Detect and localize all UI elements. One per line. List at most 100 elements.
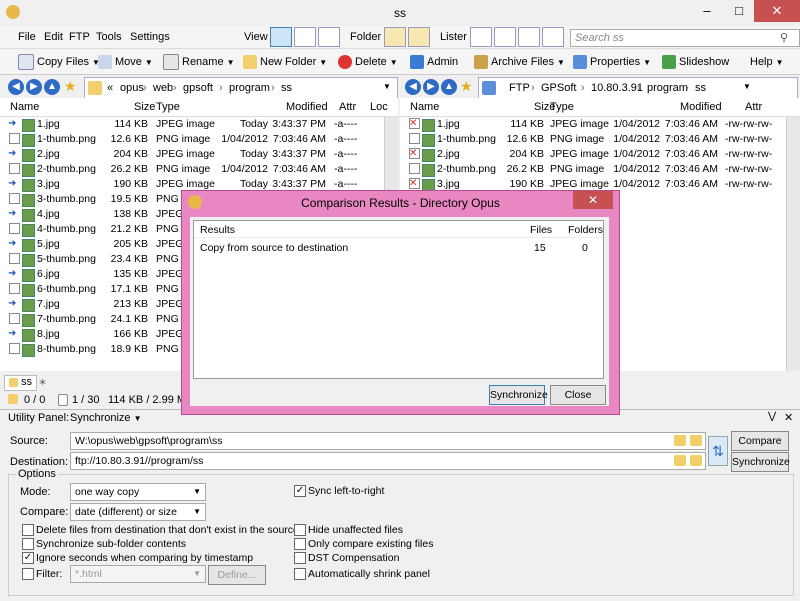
col-modified[interactable]: Modified [680, 101, 722, 113]
auto-shrink-checkbox[interactable] [294, 568, 306, 580]
copy-files-button[interactable]: Copy Files ▼ [18, 53, 100, 71]
table-row[interactable]: ✕ 1.jpg 114 KB JPEG image 1/04/2012 7:03:46 A… [400, 117, 786, 132]
table-row[interactable]: ➜ 2.jpg 204 KB JPEG image Today 3:43:37 PM -a-… [0, 147, 384, 162]
row-checkbox[interactable] [9, 193, 20, 204]
lister-single-icon[interactable] [470, 27, 492, 47]
folder-browse-icon[interactable] [674, 455, 686, 466]
menu-edit[interactable]: Edit [44, 31, 63, 43]
minimize-button[interactable]: – [692, 0, 722, 22]
new-folder-button[interactable]: New Folder ▼ [243, 53, 327, 71]
table-row[interactable]: 2-thumb.png 26.2 KB PNG image 1/04/2012 7:03… [400, 162, 786, 177]
col-loc[interactable]: Loc [370, 101, 388, 113]
define-button[interactable]: Define... [208, 565, 266, 585]
close-panel-icon[interactable]: ✕ [784, 411, 793, 424]
path-crumb[interactable]: 10.80.3.91 [591, 82, 643, 94]
left-path-bar[interactable]: « opus web gpsoft program ss › › › › ▼ [84, 77, 398, 99]
col-type[interactable]: Type [550, 101, 574, 113]
row-checkbox[interactable] [9, 283, 20, 294]
ignore-seconds-checkbox[interactable]: ✓ [22, 552, 34, 564]
path-crumb[interactable]: ss [695, 82, 706, 94]
only-existing-checkbox[interactable] [294, 538, 306, 550]
delete-files-checkbox[interactable] [22, 524, 34, 536]
menu-ftp[interactable]: FTP [69, 31, 90, 43]
path-crumb[interactable]: GPSoft [541, 82, 576, 94]
dialog-close-text-button[interactable]: Close [550, 385, 606, 405]
hide-unaffected-checkbox[interactable] [294, 524, 306, 536]
path-crumb[interactable]: FTP [509, 82, 530, 94]
folder-browse-icon[interactable] [674, 435, 686, 446]
col-attr[interactable]: Attr [745, 101, 762, 113]
table-row[interactable]: 1-thumb.png 12.6 KB PNG image 1/04/2012 7:03… [400, 132, 786, 147]
favorite-star-icon[interactable]: ★ [64, 78, 77, 95]
col-size[interactable]: Size [134, 101, 155, 113]
move-button[interactable]: Move ▼ [98, 53, 153, 71]
up-icon[interactable]: ▲ [441, 79, 457, 95]
folder-browse-icon[interactable] [690, 435, 702, 446]
table-row[interactable]: ✕ 2.jpg 204 KB JPEG image 1/04/2012 7:03:46 A… [400, 147, 786, 162]
search-icon[interactable]: ⚲ [780, 31, 788, 44]
rename-button[interactable]: Rename ▼ [163, 53, 235, 71]
up-icon[interactable]: ▲ [44, 79, 60, 95]
menu-settings[interactable]: Settings [130, 31, 170, 43]
path-crumb[interactable]: opus [120, 82, 144, 94]
path-crumb[interactable]: program [647, 82, 688, 94]
properties-button[interactable]: Properties ▼ [573, 53, 651, 71]
maximize-button[interactable]: □ [724, 0, 754, 22]
filter-select[interactable]: *.html ▼ [70, 565, 206, 583]
path-crumb[interactable]: ss [281, 82, 292, 94]
path-crumb[interactable]: gpsoft [183, 82, 213, 94]
folder-dual-icon[interactable] [408, 27, 430, 47]
dst-compensation-checkbox[interactable] [294, 552, 306, 564]
results-row[interactable]: Copy from source to destination 15 0 [194, 239, 603, 255]
sync-subfolders-checkbox[interactable] [22, 538, 34, 550]
compare-select[interactable]: date (different) or size ▼ [70, 503, 206, 521]
sync-left-to-right-checkbox[interactable]: ✓ [294, 485, 306, 497]
search-input[interactable]: Search ss [570, 29, 800, 47]
folder-tree-icon[interactable] [384, 27, 406, 47]
right-scrollbar[interactable] [786, 117, 800, 371]
dialog-synchronize-button[interactable]: Synchronize [489, 385, 548, 405]
destination-field[interactable]: ftp://10.80.3.91//program/ss [70, 452, 706, 470]
row-checkbox[interactable] [9, 253, 20, 264]
table-row[interactable]: 2-thumb.png 26.2 KB PNG image 1/04/2012 7:03… [0, 162, 384, 177]
right-path-bar[interactable]: FTP GPSoft 10.80.3.91 program ss › › › ›… [478, 77, 798, 99]
lister-dual-icon[interactable] [494, 27, 516, 47]
col-type[interactable]: Type [156, 101, 180, 113]
row-checkbox[interactable] [9, 163, 20, 174]
mode-select[interactable]: one way copy ▼ [70, 483, 206, 501]
forward-icon[interactable]: ▶ [26, 79, 42, 95]
row-checkbox[interactable] [409, 133, 420, 144]
swap-icon[interactable]: ⇅ [708, 436, 728, 466]
view-list-icon[interactable] [294, 27, 316, 47]
archive-files-button[interactable]: Archive Files ▼ [474, 53, 565, 71]
view-details-icon[interactable] [270, 27, 292, 47]
lister-viewer-icon[interactable] [518, 27, 540, 47]
col-folders[interactable]: Folders [568, 224, 603, 236]
admin-button[interactable]: Admin [410, 53, 458, 71]
menu-file[interactable]: File [18, 31, 36, 43]
tab-ss[interactable]: ss [4, 375, 37, 391]
col-results[interactable]: Results [200, 224, 235, 236]
folder-browse-icon[interactable] [690, 455, 702, 466]
add-tab-icon[interactable]: ✶ [38, 376, 47, 389]
delete-button[interactable]: Delete ▼ [338, 53, 398, 71]
row-checkbox[interactable] [9, 343, 20, 354]
row-checkbox[interactable] [9, 133, 20, 144]
col-files[interactable]: Files [530, 224, 552, 236]
close-button[interactable]: ✕ [754, 0, 800, 22]
back-icon[interactable]: ◀ [8, 79, 24, 95]
col-name[interactable]: Name [10, 101, 39, 113]
forward-icon[interactable]: ▶ [423, 79, 439, 95]
row-checkbox[interactable] [409, 163, 420, 174]
view-thumbnails-icon[interactable] [318, 27, 340, 47]
filter-checkbox[interactable] [22, 568, 34, 580]
slideshow-button[interactable]: Slideshow [662, 53, 729, 71]
col-attr[interactable]: Attr [339, 101, 356, 113]
chevron-down-icon[interactable]: ▼ [743, 82, 751, 91]
path-crumb[interactable]: web [153, 82, 173, 94]
favorite-star-icon[interactable]: ★ [460, 78, 473, 95]
chevron-down-icon[interactable]: ▼ [383, 82, 391, 91]
compare-button[interactable]: Compare [731, 431, 789, 451]
lister-image-icon[interactable] [542, 27, 564, 47]
col-modified[interactable]: Modified [286, 101, 328, 113]
